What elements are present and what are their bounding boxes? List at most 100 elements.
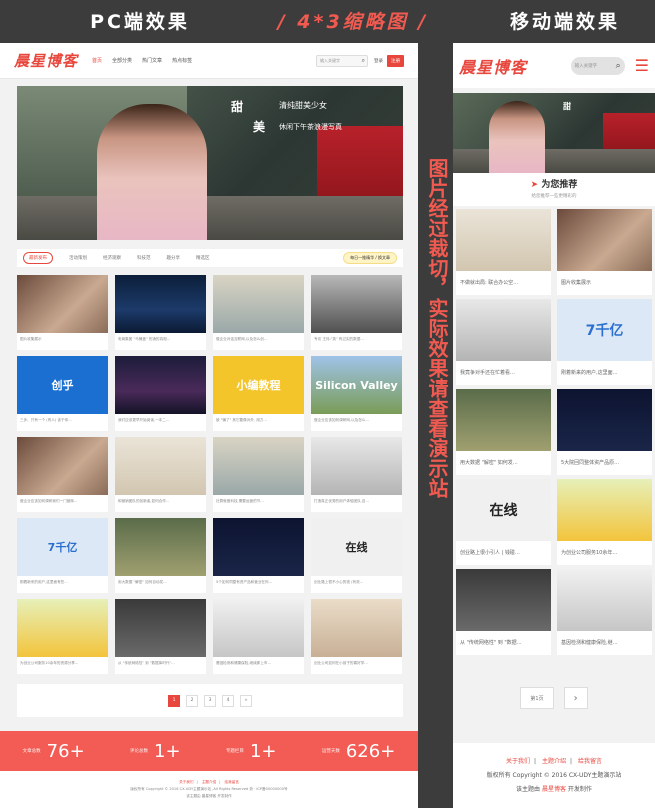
mobile-hero-banner[interactable]: 甜: [453, 93, 655, 173]
article-thumbnail[interactable]: 创乎: [17, 356, 108, 414]
footer-link-theme[interactable]: 主题介绍: [542, 758, 566, 765]
article-card[interactable]: 用大数据 "解密" 如何自动发…: [115, 518, 206, 593]
article-thumbnail[interactable]: [115, 356, 206, 414]
mobile-logo[interactable]: 晨星博客: [459, 54, 527, 78]
article-thumbnail[interactable]: [311, 599, 402, 657]
mobile-search-input[interactable]: 输入关键字 ⌕: [570, 56, 625, 75]
footer-link-about[interactable]: 关于我们: [179, 780, 193, 784]
article-card[interactable]: 在线 创业路上很不小心的钱 (有效…: [311, 518, 402, 593]
article-title[interactable]: 用大数据 "解密" 如何发…: [456, 451, 551, 474]
tab-share[interactable]: 趣分享: [167, 255, 181, 261]
article-card[interactable]: 和营销团队的创新者,如何合作…: [115, 437, 206, 512]
article-card[interactable]: 基因检测和健康保险,继…: [557, 569, 652, 655]
article-card[interactable]: Silicon Valley 做企业应该如何调研网,以及怎么…: [311, 356, 402, 431]
article-thumbnail[interactable]: 在线: [311, 518, 402, 576]
article-thumbnail[interactable]: [115, 437, 206, 495]
article-thumbnail[interactable]: [456, 299, 551, 361]
next-page-button[interactable]: ›: [563, 687, 588, 709]
login-button[interactable]: 登录: [374, 58, 383, 64]
article-card[interactable]: 用大数据 "解密" 如何发…: [456, 389, 551, 475]
article-thumbnail[interactable]: [213, 518, 304, 576]
article-card[interactable]: 基因检测和健康保险,继续那上市…: [213, 599, 304, 674]
article-thumbnail[interactable]: Silicon Valley: [311, 356, 402, 414]
article-card[interactable]: 图片收集展示: [557, 209, 652, 295]
article-thumbnail[interactable]: 在线: [456, 479, 551, 541]
footer-link-about[interactable]: 关于我们: [506, 758, 530, 765]
article-thumbnail[interactable]: [17, 275, 108, 333]
nav-hot-tags[interactable]: 热点标签: [172, 57, 192, 64]
article-title[interactable]: 做企业应该如何调研我们一门营商…: [17, 495, 108, 508]
article-thumbnail[interactable]: 7千亿: [557, 299, 652, 361]
article-thumbnail[interactable]: [17, 437, 108, 495]
article-title[interactable]: 基因检测和健康保险,继续那上市…: [213, 657, 304, 670]
footer-link-theme[interactable]: 主题介绍: [202, 780, 216, 784]
search-icon[interactable]: ⌕: [362, 57, 367, 65]
article-card[interactable]: 为创业公司服务10余年的资源分享…: [17, 599, 108, 674]
article-card[interactable]: 从 "传统网络性" 到 "数据库时代"…: [115, 599, 206, 674]
article-thumbnail[interactable]: [115, 599, 206, 657]
hero-banner[interactable]: 甜 清纯甜美少女 美 休闲下午茶浪漫写真: [17, 86, 403, 240]
article-title[interactable]: 基因检测和健康保险,继…: [557, 631, 652, 654]
article-card[interactable]: 电商集团 "马桶盖" 热销的真相…: [115, 275, 206, 350]
article-title[interactable]: 被 "骗了" 其它要像对外, 用力…: [213, 414, 304, 427]
article-thumbnail[interactable]: [213, 599, 304, 657]
search-icon[interactable]: ⌕: [616, 61, 621, 71]
nav-home[interactable]: 首页: [92, 57, 102, 64]
article-thumbnail[interactable]: [311, 437, 402, 495]
article-card[interactable]: 我竟争对手还在忙着看…: [456, 299, 551, 385]
article-card[interactable]: 不做就出局: 联合办公空…: [456, 209, 551, 295]
article-title[interactable]: 社群就做科技,需要运营的节…: [213, 495, 304, 508]
article-card[interactable]: 做企业应该如何调研我们一门营商…: [17, 437, 108, 512]
article-title[interactable]: 电商集团 "马桶盖" 热销的真相…: [115, 333, 206, 346]
nav-hot-articles[interactable]: 热门文章: [142, 57, 162, 64]
article-title[interactable]: 做企业对话互联网,以及怎么创…: [213, 333, 304, 346]
daily-pick-note[interactable]: 每日一推精华 / 换文章: [343, 252, 397, 264]
article-thumbnail[interactable]: 7千亿: [17, 518, 108, 576]
article-thumbnail[interactable]: [557, 479, 652, 541]
article-thumbnail[interactable]: [557, 569, 652, 631]
article-card[interactable]: 从 "传统网络性" 到 "数据…: [456, 569, 551, 655]
article-title[interactable]: 创业公司如何在小孩子的喜好学…: [311, 657, 402, 670]
article-card[interactable]: 为创业公司服务10余年…: [557, 479, 652, 565]
tab-latest[interactable]: 最新发布: [23, 252, 53, 264]
article-card[interactable]: 图片收集展示: [17, 275, 108, 350]
article-card[interactable]: 在线 创业路上很小引人 | 钱碰…: [456, 479, 551, 565]
article-title[interactable]: 专访 王伟:"英" 有过实的数据…: [311, 333, 402, 346]
article-thumbnail[interactable]: [115, 518, 206, 576]
article-card[interactable]: 5大院回同整体资产品原…: [557, 389, 652, 475]
article-title[interactable]: 5个如何同整有资产品和营业在你…: [213, 576, 304, 589]
article-thumbnail[interactable]: [557, 389, 652, 451]
article-card[interactable]: 做企业对话互联网,以及怎么创…: [213, 275, 304, 350]
menu-icon[interactable]: ☰: [635, 57, 649, 74]
article-title[interactable]: 5大院回同整体资产品原…: [557, 451, 652, 474]
article-title[interactable]: 为创业公司服务10余年…: [557, 541, 652, 564]
article-card[interactable]: 打造真正优秀的用户体验团队,自…: [311, 437, 402, 512]
footer-link-message[interactable]: 给我留言: [578, 758, 602, 765]
article-thumbnail[interactable]: [456, 389, 551, 451]
article-thumbnail[interactable]: [115, 275, 206, 333]
article-title[interactable]: 我竟争对手还在忙着看…: [456, 361, 551, 384]
tab-events[interactable]: 活动策划: [69, 255, 87, 261]
tab-economy[interactable]: 经济观察: [103, 255, 121, 261]
article-card[interactable]: 小编教程被 "骗了" 其它要像对外, 用力…: [213, 356, 304, 431]
footer-link-message[interactable]: 给我留言: [225, 780, 239, 784]
site-logo[interactable]: 晨星博客: [14, 50, 78, 71]
article-title[interactable]: 创业路上很小引人 | 钱碰…: [456, 541, 551, 564]
article-title[interactable]: 从 "传统网络性" 到 "数据…: [456, 631, 551, 654]
page-3[interactable]: 3: [204, 694, 216, 707]
article-card[interactable]: 5个如何同整有资产品和营业在你…: [213, 518, 304, 593]
page-4[interactable]: 4: [222, 694, 234, 707]
article-thumbnail[interactable]: [17, 599, 108, 657]
article-title[interactable]: 我们应该更早开始阅读,一本二…: [115, 414, 206, 427]
article-thumbnail[interactable]: [456, 569, 551, 631]
page-indicator[interactable]: 第1页: [520, 687, 554, 709]
article-thumbnail[interactable]: [311, 275, 402, 333]
article-card[interactable]: 7千亿 刚着新来的用户,这里面…: [557, 299, 652, 385]
register-button[interactable]: 注册: [387, 54, 404, 67]
article-title[interactable]: 刚着新来的用户,这里面有些…: [17, 576, 108, 589]
article-title[interactable]: 从 "传统网络性" 到 "数据库时代"…: [115, 657, 206, 670]
page-1[interactable]: 1: [168, 694, 180, 707]
nav-categories[interactable]: 全部分类: [112, 57, 132, 64]
article-thumbnail[interactable]: 小编教程: [213, 356, 304, 414]
credit-brand-link[interactable]: 晨星博客: [542, 786, 566, 793]
